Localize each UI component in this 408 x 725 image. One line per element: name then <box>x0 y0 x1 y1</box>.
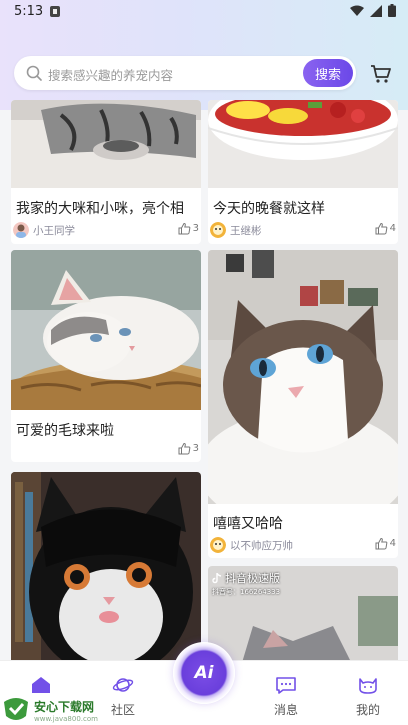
douyin-overlay: 抖音极速版 抖音号：166264333 <box>212 570 280 597</box>
watermark-title: 安心下载网 <box>34 699 95 714</box>
search-icon <box>26 65 42 81</box>
post-title: 嘻嘻又哈哈 <box>213 516 283 532</box>
author-name: 王继彬 <box>230 224 262 237</box>
post-image <box>11 250 201 410</box>
douyin-icon <box>212 572 222 583</box>
douyin-id: 抖音号：166264333 <box>212 588 281 596</box>
like-button[interactable]: 3 <box>178 222 199 235</box>
like-count: 4 <box>389 538 396 549</box>
avatar <box>210 537 226 553</box>
post-card[interactable]: 我家的大咪和小咪，亮个相 小王同学 3 <box>11 100 201 244</box>
post-card[interactable]: 嘻嘻又哈哈 以不帅应万帅 4 <box>208 250 398 558</box>
message-icon <box>276 677 296 694</box>
author-name: 以不帅应万帅 <box>230 539 293 552</box>
post-image <box>11 472 201 660</box>
post-author[interactable]: 以不帅应万帅 <box>210 537 293 553</box>
search-button[interactable]: 搜索 <box>303 59 353 87</box>
like-button[interactable]: 4 <box>375 537 396 550</box>
thumbs-up-icon <box>178 222 190 235</box>
ai-assistant-button[interactable]: Ai <box>173 642 235 704</box>
like-count: 4 <box>389 223 396 234</box>
nav-label: 我的 <box>355 703 380 717</box>
like-count: 3 <box>192 443 199 454</box>
nav-profile[interactable]: 我的 <box>343 675 393 718</box>
post-author[interactable]: 王继彬 <box>210 222 262 238</box>
thumbs-up-icon <box>375 222 387 235</box>
post-title: 我家的大咪和小咪，亮个相 <box>16 201 184 217</box>
post-card[interactable]: 今天的晚餐就这样 王继彬 4 <box>208 100 398 244</box>
watermark-url: www.java800.com <box>34 714 98 723</box>
thumbs-up-icon <box>375 537 387 550</box>
sim-icon <box>50 6 60 17</box>
post-author[interactable]: 小王同学 <box>13 222 75 238</box>
post-card[interactable]: 可爱的毛球来啦 3 <box>11 250 201 462</box>
site-watermark: 安心下载网 www.java800.com <box>2 694 106 724</box>
post-card[interactable] <box>11 472 201 660</box>
cart-icon[interactable] <box>370 64 392 84</box>
post-card[interactable]: 抖音极速版 抖音号：166264333 <box>208 566 398 660</box>
like-button[interactable]: 4 <box>375 222 396 235</box>
wifi-icon <box>350 5 364 16</box>
avatar <box>210 222 226 238</box>
post-feed[interactable]: 我家的大咪和小咪，亮个相 小王同学 3 今天的晚餐就这样 王继彬 4 可爱的毛球… <box>0 100 408 660</box>
planet-icon <box>112 678 134 692</box>
search-bar[interactable]: 搜索感兴趣的养宠内容 搜索 <box>14 56 356 90</box>
home-icon <box>32 677 50 693</box>
post-title: 今天的晚餐就这样 <box>213 201 325 217</box>
post-image <box>208 250 398 504</box>
cat-face-icon <box>359 678 377 694</box>
status-time: 5:13 <box>14 4 44 19</box>
battery-icon <box>388 4 396 17</box>
douyin-brand: 抖音极速版 <box>225 572 280 585</box>
thumbs-up-icon <box>178 442 190 455</box>
author-name: 小王同学 <box>33 224 75 237</box>
like-count: 3 <box>192 223 199 234</box>
avatar <box>13 222 29 238</box>
nav-label: 消息 <box>273 703 298 717</box>
watermark-logo-icon <box>4 698 28 720</box>
signal-icon <box>370 4 382 17</box>
like-button[interactable]: 3 <box>178 442 199 455</box>
post-title: 可爱的毛球来啦 <box>16 423 114 439</box>
post-image <box>11 100 201 188</box>
status-bar: 5:13 <box>0 0 408 24</box>
search-input[interactable]: 搜索感兴趣的养宠内容 <box>48 65 173 84</box>
post-image <box>208 100 398 188</box>
nav-messages[interactable]: 消息 <box>261 675 311 718</box>
